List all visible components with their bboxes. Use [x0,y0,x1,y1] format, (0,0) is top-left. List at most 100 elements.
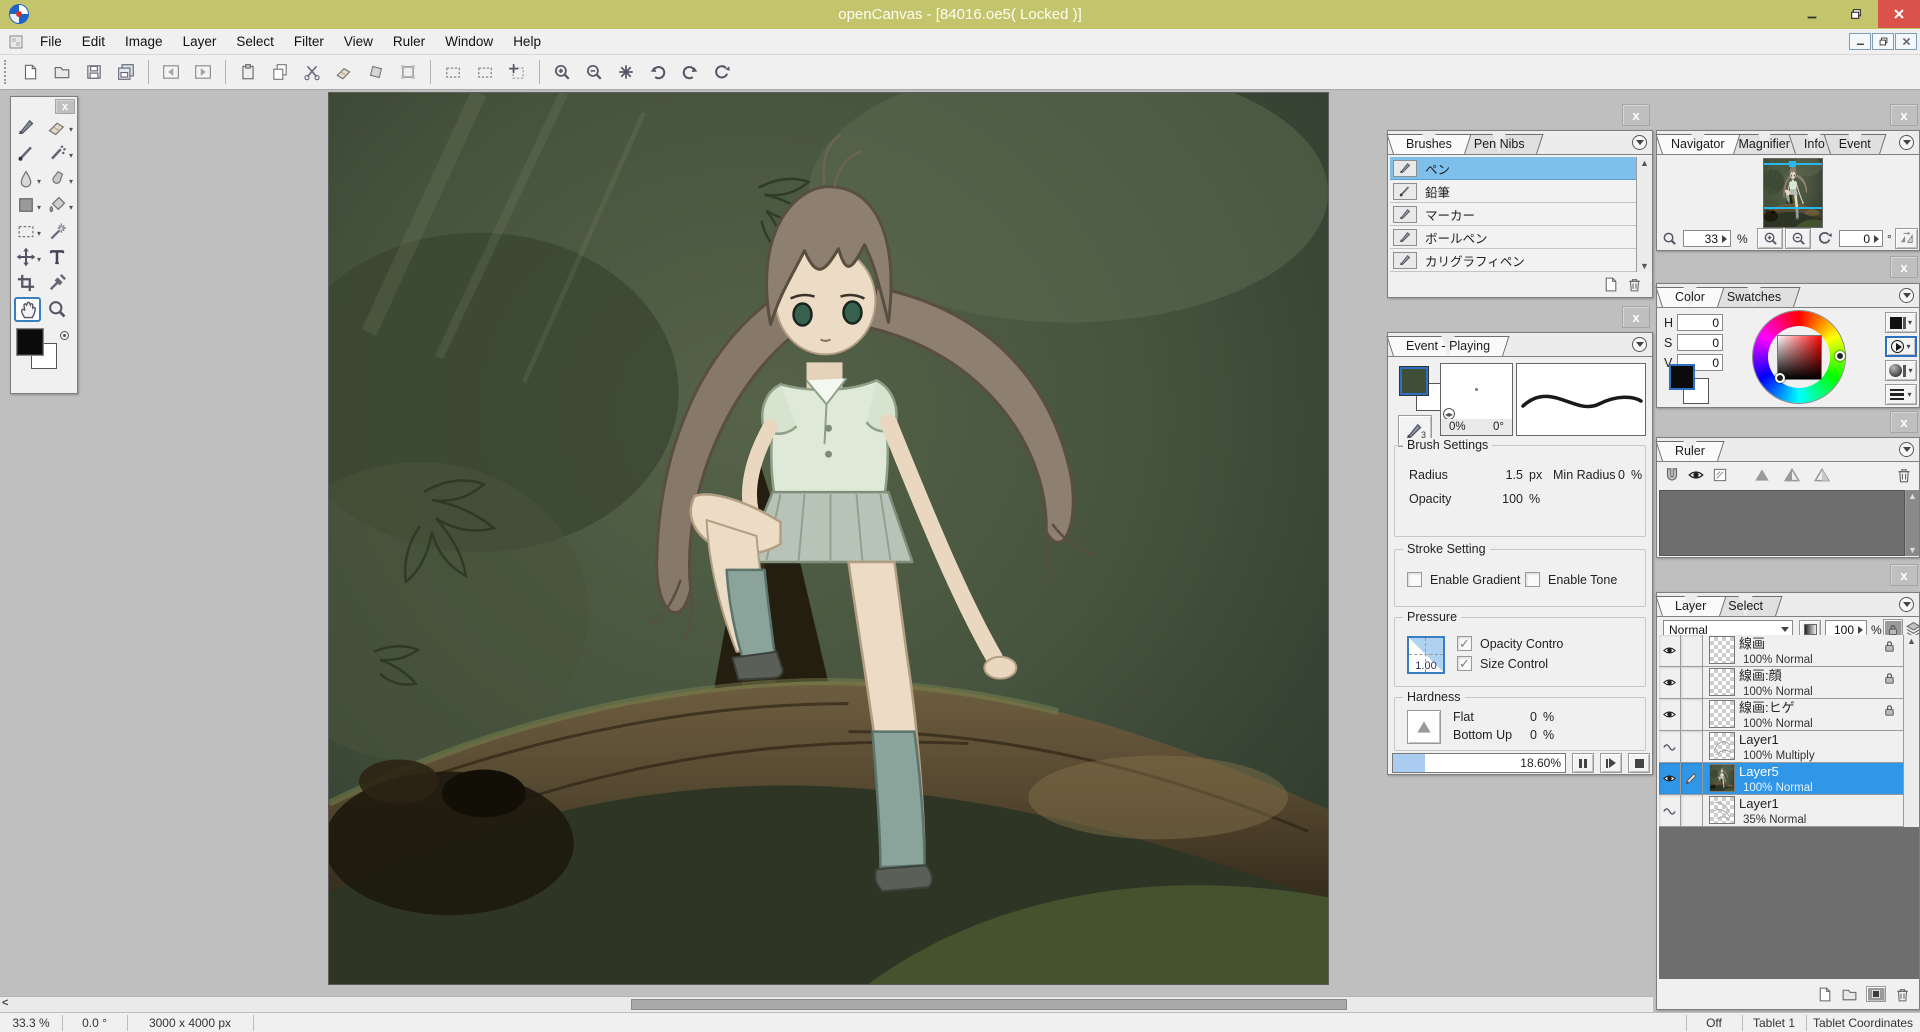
document-close-button[interactable] [1895,33,1917,50]
ruler-menu-dropdown-icon[interactable] [1899,442,1914,457]
new-document-icon[interactable] [17,59,43,85]
pressure-curve-button[interactable]: 1.00 [1407,636,1445,674]
layer-edit-cell[interactable] [1681,699,1703,730]
hardness-shape-button[interactable] [1407,710,1441,744]
menu-help[interactable]: Help [503,31,551,52]
fill-tool[interactable] [47,195,67,215]
document-minimize-button[interactable] [1849,33,1871,50]
tab-navigator[interactable]: Navigator [1662,134,1734,154]
menu-view[interactable]: View [334,31,383,52]
pause-button[interactable] [1572,753,1594,773]
stop-button[interactable] [1628,753,1650,773]
eyedropper-tool[interactable] [47,273,67,293]
navigator-angle-field[interactable]: 0 [1839,230,1883,247]
new-layer-folder-icon[interactable] [1841,986,1858,1003]
undo-icon[interactable] [645,59,671,85]
eraser-icon[interactable] [331,59,357,85]
sv-square[interactable] [1777,335,1822,380]
shape-tool-dropdown-icon[interactable]: ▾ [37,203,41,212]
rotate-view-icon[interactable] [709,59,735,85]
color-toggle-icon[interactable] [60,331,69,340]
tab-event-playing[interactable]: Event - Playing [1393,336,1503,356]
crop-tool[interactable] [16,273,36,293]
tab-layer[interactable]: Layer [1662,596,1719,616]
color-mode-sphere-button[interactable]: ▾ [1885,360,1917,381]
navigator-zoom-in-button[interactable] [1757,228,1783,249]
brushes-panel-close-icon[interactable]: x [1622,104,1650,126]
layer-row[interactable]: 線画:顔100% Normal [1659,667,1903,699]
brush-list-item[interactable]: マーカー [1390,203,1636,226]
layer-visibility-eye-icon[interactable] [1659,763,1681,794]
brush-list-item[interactable]: ボールペン [1390,226,1636,249]
save-icon[interactable] [81,59,107,85]
ruler-parallel-icon[interactable] [1753,466,1771,484]
select-rect-icon[interactable] [440,59,466,85]
close-button[interactable] [1878,0,1920,28]
ruler-sheet-icon[interactable] [1711,466,1729,484]
ruler-snap-icon[interactable] [1663,466,1681,484]
blur-tool-dropdown-icon[interactable]: ▾ [37,177,41,186]
menu-window[interactable]: Window [435,31,503,52]
hue-ring-handle[interactable] [1835,351,1845,361]
sv-handle[interactable] [1775,373,1785,383]
layer-mask-button[interactable] [1866,986,1886,1002]
new-layer-icon[interactable] [1816,986,1833,1003]
move-selection-icon[interactable] [504,59,530,85]
ruler-panel-close-icon[interactable]: x [1890,411,1918,433]
tab-event[interactable]: Event [1830,134,1880,154]
cut-icon[interactable] [299,59,325,85]
tab-pen-nibs[interactable]: Pen Nibs [1461,134,1538,154]
save-as-icon[interactable] [113,59,139,85]
copy-icon[interactable] [267,59,293,85]
zoom-out-icon[interactable] [581,59,607,85]
color-mode-square-button[interactable]: ▾ [1885,312,1917,333]
hscroll-left-arrow-icon[interactable]: < [2,997,8,1009]
airbrush-tool[interactable] [47,143,67,163]
pen-tool[interactable] [16,117,36,137]
brush-list-item[interactable]: ペン [1390,157,1636,180]
color-wheel[interactable] [1753,311,1845,403]
navigator-zoom-field[interactable]: 33 [1683,230,1731,247]
saturation-field[interactable]: 0 [1677,334,1723,351]
brush-list-scrollbar[interactable]: ▲▼ [1636,157,1652,272]
magic-wand-tool[interactable] [47,221,67,241]
toolbar-grip[interactable] [4,60,8,84]
playback-progress-bar[interactable]: 18.60% [1392,753,1566,773]
smudge-tool-dropdown-icon[interactable]: ▾ [69,177,73,186]
fill-tool-dropdown-icon[interactable]: ▾ [69,203,73,212]
layer-edit-cell[interactable] [1681,635,1703,666]
layer-visibility-eye-icon[interactable] [1659,635,1681,666]
layer-row[interactable]: Layer1100% Multiply [1659,731,1903,763]
smudge-tool[interactable] [47,169,67,189]
menu-ruler[interactable]: Ruler [383,31,435,52]
eraser-tool[interactable] [47,117,67,137]
canvas[interactable] [328,92,1329,985]
navigator-panel-close-icon[interactable]: x [1890,104,1918,126]
open-icon[interactable] [49,59,75,85]
event-panel-close-icon[interactable]: x [1622,306,1650,328]
document-restore-button[interactable] [1872,33,1894,50]
move-tool-dropdown-icon[interactable]: ▾ [37,255,41,264]
navigator-menu-dropdown-icon[interactable] [1899,135,1914,150]
menu-edit[interactable]: Edit [72,31,115,52]
restore-button[interactable] [1836,0,1876,28]
ruler-visibility-icon[interactable] [1687,466,1705,484]
event-foreground-swatch[interactable] [1400,367,1428,395]
select-free-icon[interactable] [472,59,498,85]
menu-select[interactable]: Select [226,31,284,52]
text-tool[interactable] [47,247,67,267]
canvas-hscrollbar[interactable]: < [0,996,1653,1012]
layer-row[interactable]: Layer135% Normal [1659,795,1903,827]
step-forward-icon[interactable] [190,59,216,85]
brush-tilt-preview[interactable]: ◂▸ 0% 0° [1440,363,1513,436]
transform-icon[interactable] [363,59,389,85]
hue-field[interactable]: 0 [1677,314,1723,331]
ruler-scrollbar[interactable]: ▲▼ [1905,490,1919,556]
redo-icon[interactable] [677,59,703,85]
menu-file[interactable]: File [30,31,72,52]
color-mode-wheel-button[interactable]: ▾ [1885,336,1917,357]
tab-color[interactable]: Color [1662,287,1718,307]
tab-swatches[interactable]: Swatches [1714,287,1794,307]
hand-tool[interactable] [14,297,41,322]
minimize-button[interactable] [1792,0,1832,28]
